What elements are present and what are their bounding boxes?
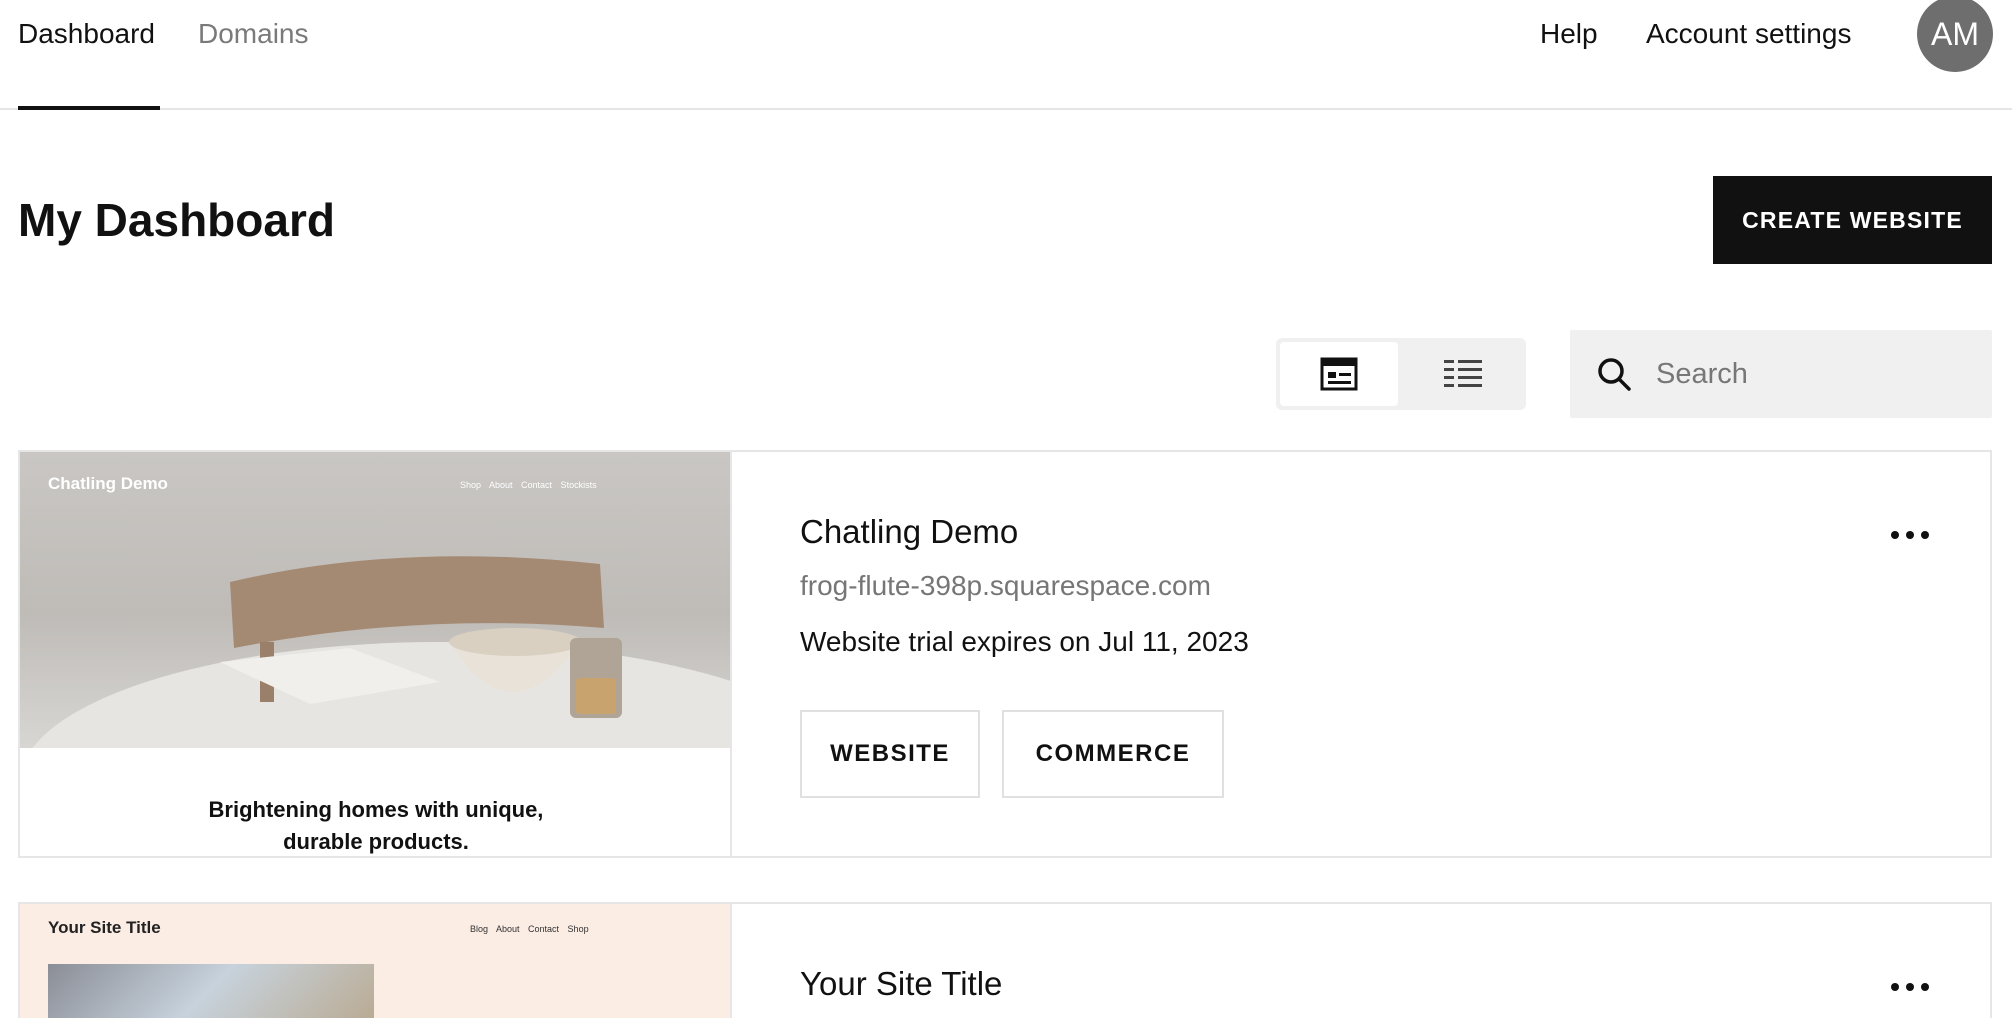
search-icon <box>1598 358 1631 391</box>
commerce-button[interactable]: COMMERCE <box>1002 710 1224 798</box>
dot <box>1891 983 1899 991</box>
page-title: My Dashboard <box>18 194 335 246</box>
dot <box>1906 531 1914 539</box>
site-thumbnail[interactable]: Your Site Title Blog About Contact Shop <box>20 904 732 1018</box>
tab-dashboard[interactable]: Dashboard <box>18 16 155 52</box>
site-card[interactable]: Chatling Demo Shop About Contact Stockis… <box>18 450 1992 858</box>
thumbnail-site-name: Your Site Title <box>48 918 161 937</box>
help-link[interactable]: Help <box>1540 16 1598 52</box>
tagline-line-1: Brightening homes with unique, <box>208 797 544 822</box>
search-input[interactable] <box>1656 344 1976 404</box>
dot <box>1921 531 1929 539</box>
grid-view-button[interactable] <box>1280 342 1398 406</box>
thumbnail-photo: Chatling Demo Shop About Contact Stockis… <box>20 452 730 856</box>
thumbnail-photo <box>48 964 374 1018</box>
thumbnail-nav: Blog About Contact Shop <box>470 924 589 934</box>
website-button[interactable]: WEBSITE <box>800 710 980 798</box>
thumbnail-site-name: Chatling Demo <box>48 474 168 493</box>
list-view-icon <box>1444 360 1482 387</box>
chair-table-image <box>20 556 730 856</box>
avatar[interactable]: AM <box>1917 0 1993 72</box>
site-title[interactable]: Chatling Demo <box>800 512 1018 552</box>
tagline-line-2: durable products. <box>283 829 469 854</box>
create-website-button[interactable]: CREATE WEBSITE <box>1713 176 1992 264</box>
view-toggle <box>1276 338 1526 410</box>
search-box <box>1570 330 1992 418</box>
list-view-button[interactable] <box>1404 342 1522 406</box>
trial-status: Website trial expires on Jul 11, 2023 <box>800 626 1249 657</box>
thumbnail-tagline: Brightening homes with unique, durable p… <box>20 794 730 856</box>
site-card[interactable]: Your Site Title Blog About Contact Shop … <box>18 902 1992 1018</box>
more-options-icon[interactable] <box>1880 972 1940 1002</box>
dot <box>1906 983 1914 991</box>
tab-domains[interactable]: Domains <box>198 16 308 52</box>
site-thumbnail[interactable]: Chatling Demo Shop About Contact Stockis… <box>20 452 732 856</box>
top-nav: Dashboard Domains Help Account settings … <box>0 0 2012 110</box>
dot <box>1921 983 1929 991</box>
site-title[interactable]: Your Site Title <box>800 964 1002 1004</box>
site-url[interactable]: frog-flute-398p.squarespace.com <box>800 570 1211 602</box>
dot <box>1891 531 1899 539</box>
more-options-icon[interactable] <box>1880 520 1940 550</box>
grid-view-icon <box>1320 357 1358 391</box>
active-tab-indicator <box>18 106 160 110</box>
account-settings-link[interactable]: Account settings <box>1646 16 1851 52</box>
thumbnail-nav: Shop About Contact Stockists <box>460 480 597 490</box>
